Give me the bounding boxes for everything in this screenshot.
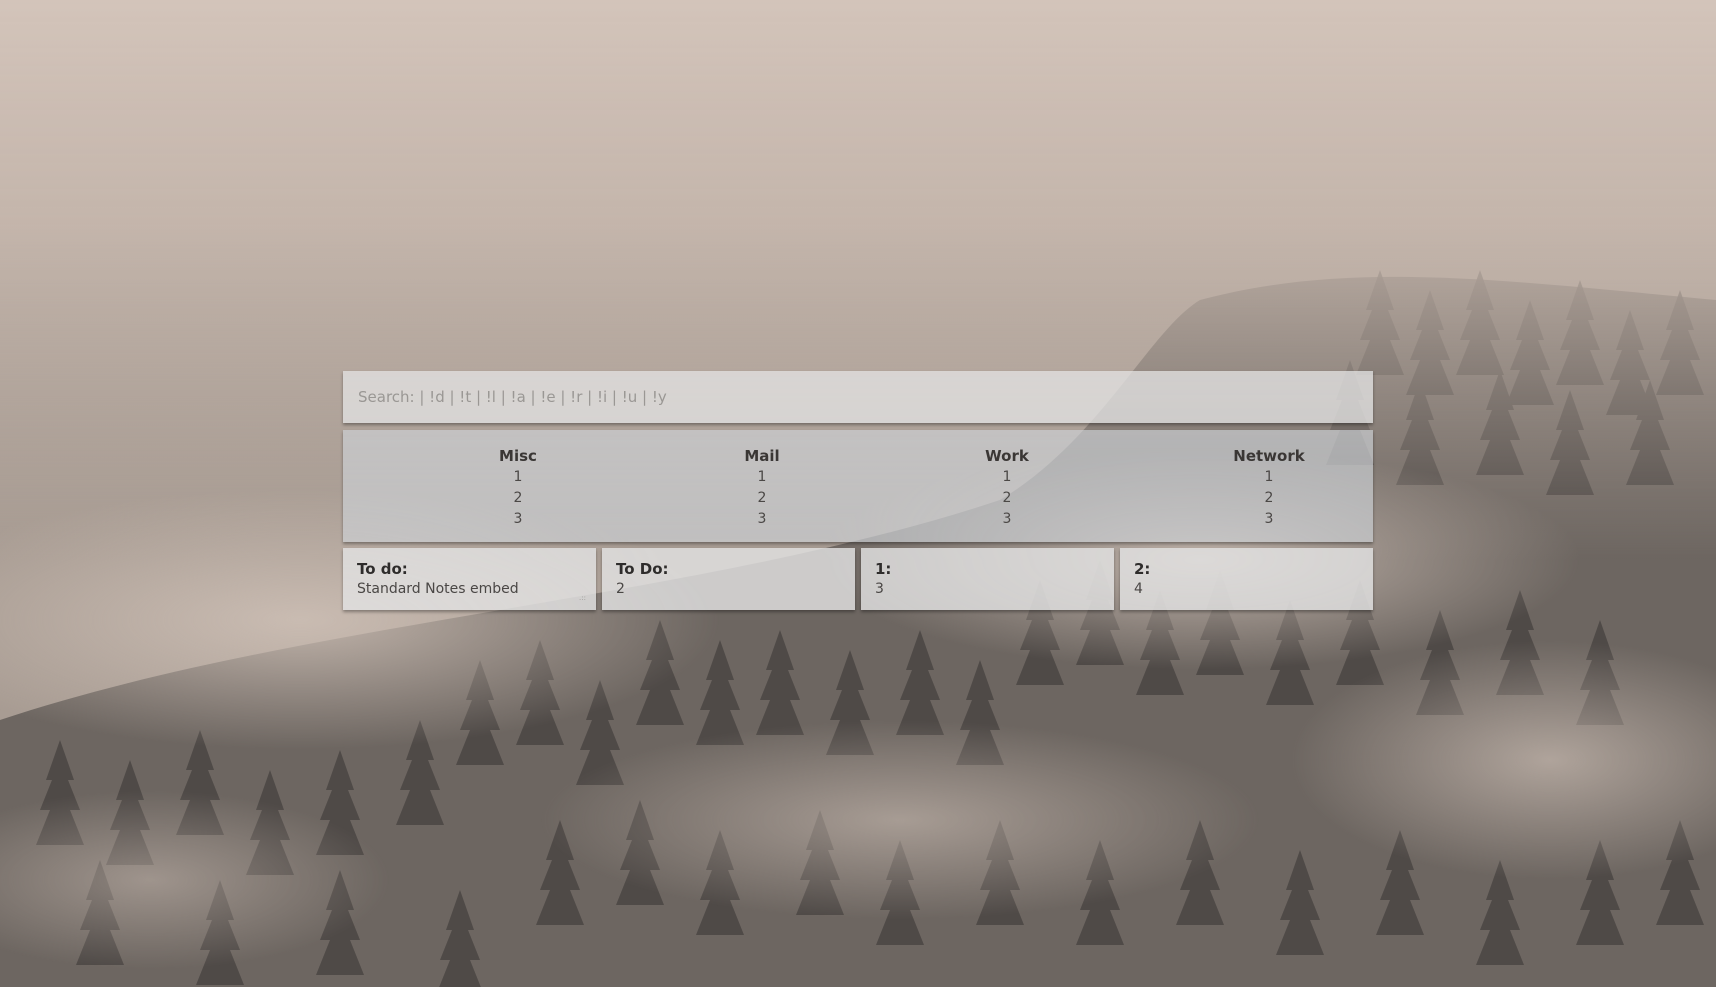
note-card[interactable]: To do: Standard Notes embed .:: — [343, 548, 596, 610]
bookmark-link[interactable]: 3 — [438, 509, 598, 530]
note-title: 2: — [1134, 560, 1151, 578]
note-title: To do: — [357, 560, 408, 578]
search-input[interactable] — [343, 371, 1373, 423]
category-heading: Mail — [744, 447, 780, 465]
bookmark-link[interactable]: 1 — [682, 467, 842, 488]
category-misc: Misc 1 2 3 — [438, 446, 598, 530]
note-card[interactable]: To Do: 2 — [602, 548, 855, 610]
notes-row: To do: Standard Notes embed .:: To Do: 2… — [343, 548, 1373, 610]
note-body[interactable]: 3 — [875, 579, 1100, 599]
bookmark-link[interactable]: 3 — [682, 509, 842, 530]
bookmark-link[interactable]: 1 — [438, 467, 598, 488]
bookmark-panel: Misc 1 2 3 Mail 1 2 3 Work 1 2 3 Network… — [343, 430, 1373, 542]
note-card[interactable]: 1: 3 — [861, 548, 1114, 610]
bookmark-link[interactable]: 1 — [927, 467, 1087, 488]
bookmark-link[interactable]: 2 — [682, 488, 842, 509]
category-work: Work 1 2 3 — [927, 446, 1087, 530]
bookmark-link[interactable]: 1 — [1189, 467, 1349, 488]
note-title: To Do: — [616, 560, 669, 578]
note-body[interactable]: Standard Notes embed — [357, 579, 582, 599]
startpage-container: Misc 1 2 3 Mail 1 2 3 Work 1 2 3 Network… — [343, 371, 1373, 610]
category-heading: Misc — [499, 447, 537, 465]
category-mail: Mail 1 2 3 — [682, 446, 842, 530]
note-title: 1: — [875, 560, 892, 578]
bookmark-link[interactable]: 2 — [927, 488, 1087, 509]
note-body[interactable]: 2 — [616, 579, 841, 599]
note-card[interactable]: 2: 4 — [1120, 548, 1373, 610]
resize-grip-icon[interactable]: .:: — [579, 595, 587, 602]
bookmark-link[interactable]: 3 — [927, 509, 1087, 530]
category-heading: Network — [1233, 447, 1305, 465]
bookmark-link[interactable]: 2 — [438, 488, 598, 509]
category-heading: Work — [985, 447, 1029, 465]
bookmark-link[interactable]: 3 — [1189, 509, 1349, 530]
bookmark-link[interactable]: 2 — [1189, 488, 1349, 509]
category-network: Network 1 2 3 — [1189, 446, 1349, 530]
note-body[interactable]: 4 — [1134, 579, 1359, 599]
